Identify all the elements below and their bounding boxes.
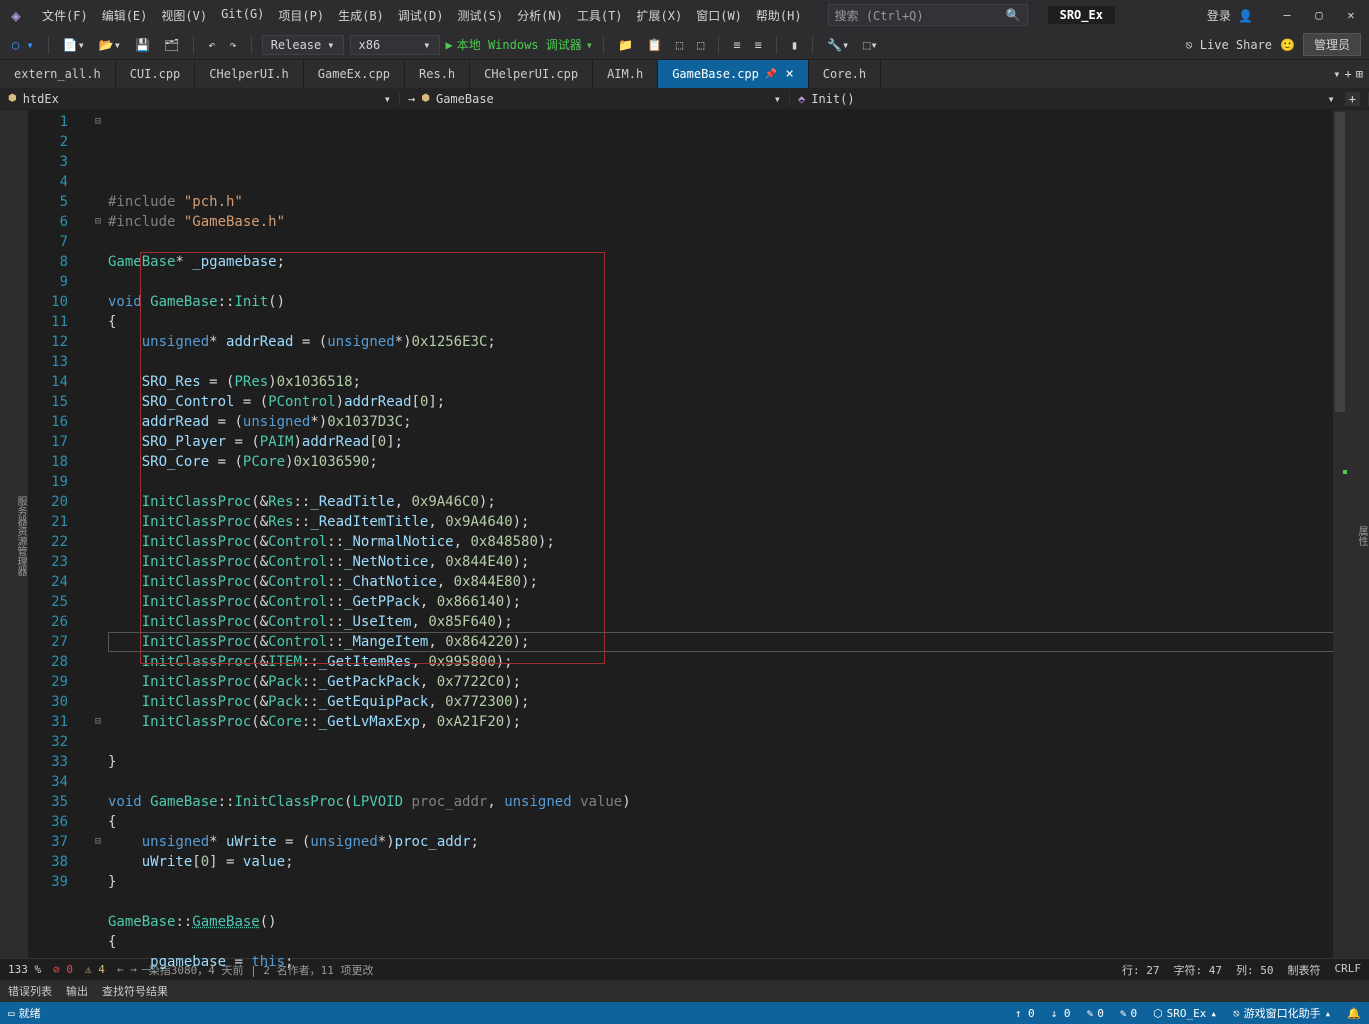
notification-icon[interactable]: 🔔 xyxy=(1347,1007,1361,1020)
file-tab[interactable]: AIM.h xyxy=(593,60,658,88)
fold-column[interactable]: ⊟ ⊟ ⊟ ⊟ xyxy=(88,110,108,958)
menu-item[interactable]: 调试(D) xyxy=(392,3,450,28)
code-area[interactable]: #include "pch.h"#include "GameBase.h" Ga… xyxy=(108,110,1347,958)
git-down[interactable]: ↓ 0 xyxy=(1051,1007,1071,1020)
line-gutter: 1234567891011121314151617181920212223242… xyxy=(28,110,88,958)
feedback-icon[interactable]: 🙂 xyxy=(1280,38,1295,52)
zoom-level[interactable]: 133 % xyxy=(8,963,41,976)
scrollbar-thumb[interactable] xyxy=(1335,112,1345,412)
platform-dropdown[interactable]: x86▾ xyxy=(350,35,440,55)
login-button[interactable]: 登录 👤 xyxy=(1207,7,1253,24)
menu-item[interactable]: 帮助(H) xyxy=(750,3,808,28)
rail-item[interactable]: 服务器资源管理器 xyxy=(13,496,28,576)
nav-plus-icon[interactable]: + xyxy=(1345,92,1360,106)
rail-item[interactable]: 属性 xyxy=(1354,526,1369,546)
menu-item[interactable]: 项目(P) xyxy=(272,3,330,28)
close-button[interactable]: ✕ xyxy=(1341,8,1361,22)
bottom-tab[interactable]: 错误列表 xyxy=(8,983,52,999)
toolbar: ◯ ▾ 📄▾ 📂▾ 💾 🗂 ↶ ↷ Release▾ x86▾ ▶ 本地 Win… xyxy=(0,30,1369,60)
file-tab[interactable]: CHelperUI.h xyxy=(195,60,303,88)
code-editor[interactable]: 1234567891011121314151617181920212223242… xyxy=(28,110,1347,958)
menu-item[interactable]: 文件(F) xyxy=(36,3,94,28)
game-helper[interactable]: ⎋ 游戏窗口化助手 ▴ xyxy=(1233,1005,1331,1021)
tb-icon-6[interactable]: ≡ xyxy=(751,36,766,54)
tb-icon-4[interactable]: ⬚ xyxy=(693,36,708,54)
status-bar: ▭ 就绪 ↑ 0 ↓ 0 ✎ 0 ✎ 0 ⬡ SRO_Ex ▴ ⎋ 游戏窗口化助… xyxy=(0,1002,1369,1024)
file-tab[interactable]: Res.h xyxy=(405,60,470,88)
tb-icon-8[interactable]: 🔧▾ xyxy=(823,36,853,54)
ready-indicator: ▭ 就绪 xyxy=(8,1005,41,1021)
git-add[interactable]: ✎ 0 xyxy=(1120,1007,1137,1020)
menu-item[interactable]: 分析(N) xyxy=(511,3,569,28)
menu-item[interactable]: 编辑(E) xyxy=(96,3,154,28)
git-edit[interactable]: ✎ 0 xyxy=(1087,1007,1104,1020)
file-tab[interactable]: CUI.cpp xyxy=(116,60,196,88)
menu-item[interactable]: Git(G) xyxy=(215,3,270,28)
file-tab[interactable]: GameEx.cpp xyxy=(304,60,405,88)
tab-window-icon[interactable]: ⊞ xyxy=(1356,67,1363,81)
maximize-button[interactable]: ▢ xyxy=(1309,8,1329,22)
tb-icon-9[interactable]: ⬚▾ xyxy=(859,36,881,54)
tab-dropdown-icon[interactable]: ▾ xyxy=(1333,67,1340,81)
nav-back-button[interactable]: ◯ ▾ xyxy=(8,36,38,54)
minimize-button[interactable]: — xyxy=(1277,8,1297,22)
bottom-tab[interactable]: 输出 xyxy=(66,983,88,999)
file-tab[interactable]: CHelperUI.cpp xyxy=(470,60,593,88)
tb-icon-7[interactable]: ▮ xyxy=(787,36,802,54)
titlebar: ◈ 文件(F)编辑(E)视图(V)Git(G)项目(P)生成(B)调试(D)测试… xyxy=(0,0,1369,30)
live-share-button[interactable]: ⎋ Live Share xyxy=(1185,38,1272,52)
menu-item[interactable]: 工具(T) xyxy=(571,3,629,28)
search-placeholder: 搜索 (Ctrl+Q) xyxy=(835,7,924,24)
save-all-button[interactable]: 🗂 xyxy=(160,36,183,54)
scrollbar-mark xyxy=(1343,470,1347,474)
git-project[interactable]: ⬡ SRO_Ex ▴ xyxy=(1153,1007,1217,1020)
file-tab[interactable]: Core.h xyxy=(809,60,881,88)
main-menu: 文件(F)编辑(E)视图(V)Git(G)项目(P)生成(B)调试(D)测试(S… xyxy=(36,3,808,28)
save-button[interactable]: 💾 xyxy=(131,36,154,54)
rail-item[interactable]: 解决方案资源管理器 xyxy=(0,491,1,581)
right-tool-rail: 属性通知 xyxy=(1347,110,1369,958)
bottom-tab[interactable]: 查找符号结果 xyxy=(102,983,168,999)
search-input[interactable]: 搜索 (Ctrl+Q) 🔍 xyxy=(828,4,1028,26)
menu-item[interactable]: 生成(B) xyxy=(332,3,390,28)
nav-member-dropdown[interactable]: ⬘Init()▾+ xyxy=(790,92,1369,106)
undo-button[interactable]: ↶ xyxy=(204,36,219,54)
tb-icon-2[interactable]: 📋 xyxy=(643,36,666,54)
project-name: SRO_Ex xyxy=(1048,6,1115,24)
file-tab[interactable]: GameBase.cpp📌 xyxy=(658,60,809,88)
tb-icon-3[interactable]: ⬚ xyxy=(672,36,687,54)
file-tabs: extern_all.hCUI.cppCHelperUI.hGameEx.cpp… xyxy=(0,60,1369,88)
nav-bar: ⬢htdEx▾ →⬢GameBase▾ ⬘Init()▾+ xyxy=(0,88,1369,110)
vertical-scrollbar[interactable] xyxy=(1333,110,1347,958)
git-up[interactable]: ↑ 0 xyxy=(1015,1007,1035,1020)
tb-icon-5[interactable]: ≡ xyxy=(729,36,744,54)
nav-type-dropdown[interactable]: →⬢GameBase▾ xyxy=(400,92,790,106)
run-button[interactable]: ▶ 本地 Windows 调试器 ▾ xyxy=(446,36,594,53)
tab-plus-icon[interactable]: + xyxy=(1345,67,1352,81)
menu-item[interactable]: 测试(S) xyxy=(451,3,509,28)
menu-item[interactable]: 窗口(W) xyxy=(690,3,748,28)
redo-button[interactable]: ↷ xyxy=(225,36,240,54)
config-dropdown[interactable]: Release▾ xyxy=(262,35,344,55)
login-area: 登录 👤 — ▢ ✕ xyxy=(1207,7,1365,24)
open-button[interactable]: 📂▾ xyxy=(95,36,125,54)
bottom-panel-tabs: 错误列表输出查找符号结果 xyxy=(0,980,1369,1002)
file-tab[interactable]: extern_all.h xyxy=(0,60,116,88)
warning-count[interactable]: ⚠ 4 xyxy=(85,963,105,976)
menu-item[interactable]: 视图(V) xyxy=(155,3,213,28)
new-file-button[interactable]: 📄▾ xyxy=(59,36,89,54)
main-area: 服务器资源管理器解决方案资源管理器Git 更改团队资源管理器数据源 123456… xyxy=(0,110,1369,958)
tb-icon-1[interactable]: 📁 xyxy=(614,36,637,54)
search-icon: 🔍 xyxy=(1006,8,1021,22)
admin-badge: 管理员 xyxy=(1303,33,1361,56)
error-count[interactable]: ⊘ 0 xyxy=(53,963,73,976)
menu-item[interactable]: 扩展(X) xyxy=(631,3,689,28)
nav-scope-dropdown[interactable]: ⬢htdEx▾ xyxy=(0,92,400,106)
vs-logo-icon: ◈ xyxy=(4,3,28,27)
left-tool-rail: 服务器资源管理器解决方案资源管理器Git 更改团队资源管理器数据源 xyxy=(0,110,28,958)
